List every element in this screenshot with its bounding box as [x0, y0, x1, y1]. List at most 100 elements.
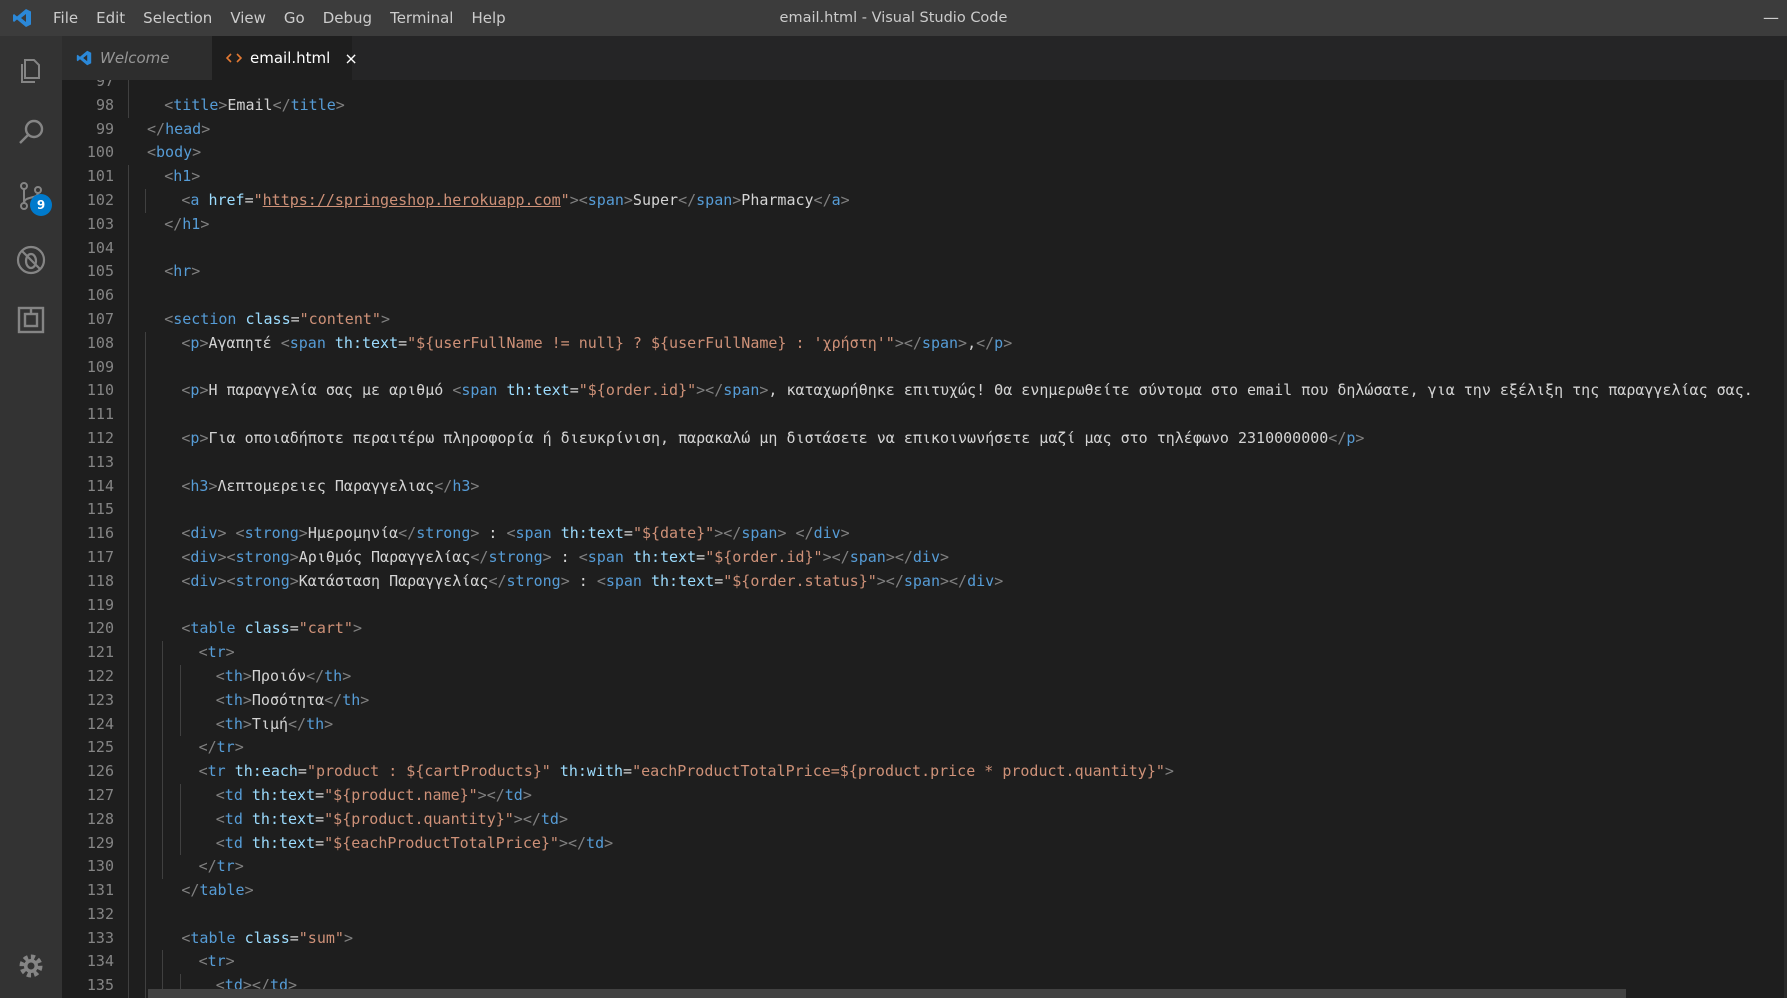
- code-token: ": [560, 190, 570, 209]
- code-line: 134 <tr>: [62, 950, 1787, 975]
- code-token: > </: [777, 524, 814, 543]
- indent-guide: [145, 498, 147, 523]
- line-number: 111: [86, 405, 114, 424]
- code-line: 107 <section class="content">: [62, 307, 1787, 332]
- code-token: title: [290, 95, 336, 114]
- menu-selection[interactable]: Selection: [134, 0, 221, 36]
- code-token: >: [380, 309, 390, 328]
- indent-guide: [128, 926, 129, 951]
- indent-guide: [145, 902, 147, 927]
- code-editor[interactable]: 97 98 <title>Email</title> 99 </head> 100 <bod…: [62, 80, 1787, 998]
- indent-guide: [128, 855, 129, 880]
- code-token: >: [298, 524, 308, 543]
- gear-icon[interactable]: [0, 936, 62, 996]
- indent-guide: [162, 855, 164, 880]
- explorer-icon[interactable]: [0, 40, 62, 100]
- indent-guide: [145, 712, 147, 737]
- code-token: hr: [173, 262, 192, 281]
- code-token: >: [560, 571, 570, 590]
- code-token: >: [289, 571, 299, 590]
- code-line: 104: [62, 236, 1787, 261]
- code-token: > <: [217, 524, 245, 543]
- code-token: =: [315, 785, 325, 804]
- code-token: tr: [207, 643, 226, 662]
- line-text: </head>: [147, 118, 210, 142]
- minimize-button[interactable]: —: [1763, 0, 1779, 36]
- code-token: h3: [452, 476, 471, 495]
- indent-guide: [162, 736, 164, 761]
- search-icon[interactable]: [0, 102, 62, 162]
- indent-guide: [145, 783, 147, 808]
- line-text: <p>Για οποιαδήποτε περαιτέρω πληροφορία …: [181, 427, 1364, 451]
- code-token: <: [164, 309, 174, 328]
- code-token: >: [840, 190, 850, 209]
- code-token: strong: [416, 524, 471, 543]
- indent-guide: [162, 688, 164, 713]
- code-line: 102 <a href="https://springeshop.herokuap…: [62, 188, 1787, 213]
- code-token: ></: [876, 571, 904, 590]
- code-token: span: [696, 190, 733, 209]
- indent-guide: [128, 403, 129, 427]
- code-token: Ημερομηνία: [307, 524, 399, 543]
- debug-icon[interactable]: [0, 230, 62, 290]
- indent-guide: [145, 974, 147, 998]
- horizontal-scrollbar[interactable]: [148, 989, 1626, 998]
- menu-edit[interactable]: Edit: [87, 0, 134, 36]
- indent-guide: [128, 807, 129, 832]
- code-token: strong: [506, 571, 561, 590]
- code-token: Αριθμός Παραγγελίας: [298, 547, 471, 566]
- source-control-icon[interactable]: [0, 166, 62, 226]
- code-token: >: [1355, 428, 1365, 447]
- code-token: >: [324, 714, 334, 733]
- code-token: Ποσότητα: [251, 690, 325, 709]
- close-icon[interactable]: ×: [344, 49, 357, 68]
- code-token: ></: [477, 785, 505, 804]
- line-number: 99: [95, 119, 114, 138]
- line-number: 121: [86, 643, 114, 662]
- line-text: <a href="https://springeshop.herokuapp.c…: [181, 189, 849, 213]
- menu-go[interactable]: Go: [275, 0, 314, 36]
- menu-view[interactable]: View: [221, 0, 275, 36]
- line-number: 119: [86, 595, 114, 614]
- code-token: "eachProductTotalPrice=${product.price *…: [632, 762, 1165, 781]
- line-text: <tr>: [199, 641, 235, 665]
- menu-terminal[interactable]: Terminal: [381, 0, 462, 36]
- code-token: Για οποιαδήποτε περαιτέρω πληροφορία ή δ…: [208, 428, 1329, 447]
- code-token: >: [342, 666, 352, 685]
- menu-file[interactable]: File: [44, 0, 87, 36]
- indent-guide: [145, 855, 147, 880]
- line-number: 132: [86, 904, 114, 923]
- menu-help[interactable]: Help: [462, 0, 514, 36]
- line-text: <section class="content">: [164, 308, 390, 332]
- code-token: tr: [216, 857, 235, 876]
- indent-guide: [179, 783, 181, 808]
- code-token: th:text: [560, 524, 624, 543]
- code-line: 105 <hr>: [62, 260, 1787, 285]
- code-token: </: [398, 524, 417, 543]
- line-text: </tr>: [199, 736, 244, 760]
- menu-debug[interactable]: Debug: [314, 0, 381, 36]
- line-number: 130: [86, 857, 114, 876]
- code-token: "content": [299, 309, 381, 328]
- code-token: >: [289, 547, 299, 566]
- indent-guide: [145, 926, 147, 951]
- line-number: 113: [86, 452, 114, 471]
- indent-guide: [128, 522, 129, 546]
- line-text: <tr th:each="product : ${cartProducts}" …: [199, 760, 1174, 784]
- extensions-icon[interactable]: [0, 290, 62, 350]
- code-token: ><: [217, 547, 236, 566]
- line-number: 102: [86, 190, 114, 209]
- code-token: th:with: [559, 762, 624, 781]
- code-line: 128 <td th:text="${product.quantity}"></t…: [62, 807, 1787, 832]
- indent-guide: [145, 450, 147, 475]
- code-token: Αγαπητέ: [208, 333, 281, 352]
- line-text: <div><strong>Αριθμός Παραγγελίας</strong…: [181, 546, 949, 570]
- code-line: 113: [62, 450, 1787, 475]
- tab-welcome[interactable]: Welcome: [62, 36, 212, 80]
- code-token: span: [849, 547, 886, 566]
- tab-email-html[interactable]: email.html ×: [212, 36, 358, 80]
- code-token: <: [506, 524, 516, 543]
- code-token: >: [994, 571, 1004, 590]
